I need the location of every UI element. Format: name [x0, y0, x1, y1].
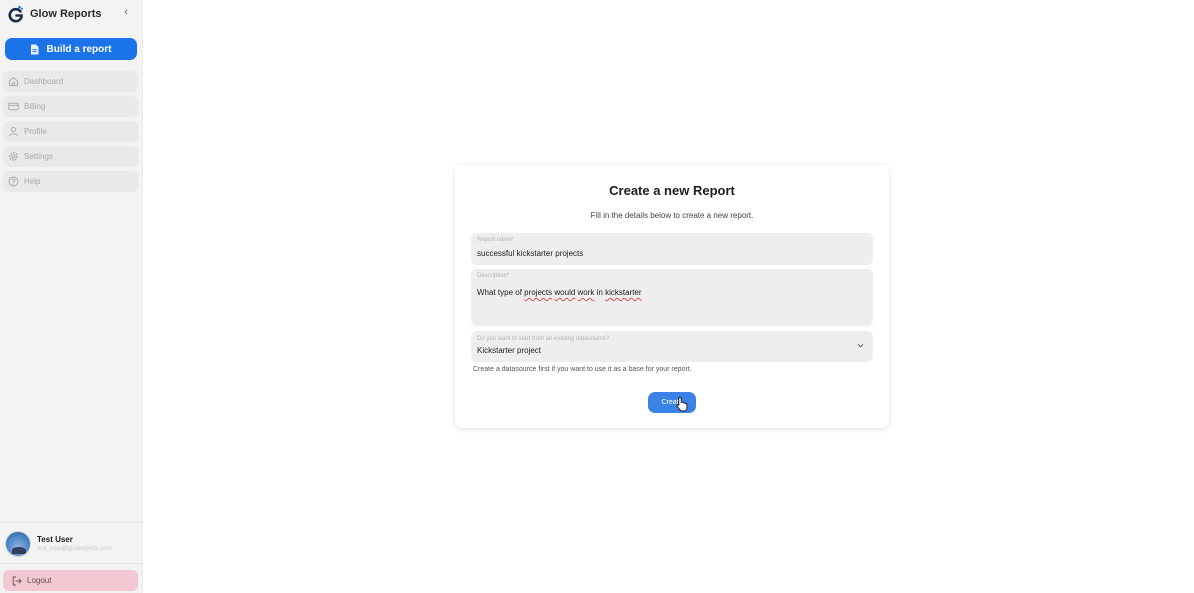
report-name-value: successful kickstarter projects: [477, 249, 584, 258]
dialog-subtitle: Fill in the details below to create a ne…: [590, 211, 754, 220]
spellcheck-word: kickstarter: [605, 288, 642, 297]
dialog-title: Create a new Report: [609, 183, 735, 198]
description-field[interactable]: Description* What type of projects would…: [471, 269, 873, 326]
build-report-label: Build a report: [46, 43, 112, 55]
sidebar: Glow Reports ‹ Build a report Dashboard …: [0, 0, 143, 593]
sidebar-item-label: Billing: [24, 102, 46, 111]
sidebar-item-help[interactable]: Help: [3, 171, 138, 192]
report-name-label: Report name*: [477, 237, 515, 243]
user-email: test_user@glowreports.com: [37, 546, 112, 552]
brand: Glow Reports ‹: [8, 4, 134, 24]
spellcheck-word: work: [577, 288, 595, 297]
create-report-dialog: Create a new Report Fill in the details …: [455, 165, 889, 428]
document-icon: [31, 44, 39, 54]
spellcheck-word: would: [554, 288, 576, 297]
description-text: in: [594, 288, 606, 297]
avatar: [5, 531, 31, 557]
datasource-label: Do you want to start from an existing da…: [477, 336, 610, 342]
sidebar-item-profile[interactable]: Profile: [3, 121, 138, 142]
sidebar-item-label: Profile: [24, 127, 47, 136]
credit-card-icon: [8, 102, 19, 111]
collapse-sidebar-icon[interactable]: ‹: [124, 6, 128, 18]
sidebar-nav: Dashboard Billing Profile Settings Help: [3, 71, 138, 196]
user-icon: [9, 126, 18, 137]
sidebar-item-label: Dashboard: [24, 77, 64, 86]
user-name: Test User: [37, 535, 73, 544]
logout-icon: [12, 576, 22, 585]
logout-button[interactable]: Logout: [3, 570, 138, 591]
datasource-value: Kickstarter project: [477, 346, 542, 355]
user-profile[interactable]: Test User test_user@glowreports.com: [0, 522, 142, 564]
glow-logo-icon: [8, 5, 23, 23]
create-button[interactable]: Create: [648, 392, 696, 413]
spellcheck-word: projects: [524, 288, 553, 297]
brand-name: Glow Reports: [30, 8, 102, 20]
sidebar-item-label: Help: [24, 177, 41, 186]
home-icon: [9, 76, 18, 86]
sidebar-item-dashboard[interactable]: Dashboard: [3, 71, 138, 92]
datasource-helper-text: Create a datasource first if you want to…: [473, 366, 692, 373]
sidebar-item-settings[interactable]: Settings: [3, 146, 138, 167]
sidebar-item-label: Settings: [24, 152, 53, 161]
help-circle-icon: [8, 176, 19, 187]
description-label: Description*: [477, 273, 510, 279]
description-text: What type of: [477, 288, 525, 297]
sidebar-item-billing[interactable]: Billing: [3, 96, 138, 117]
chevron-down-icon[interactable]: [856, 341, 865, 350]
hand-pointer-icon: [676, 396, 688, 412]
description-value: What type of projects would work in kick…: [477, 288, 642, 297]
datasource-select[interactable]: Do you want to start from an existing da…: [471, 331, 873, 362]
report-name-field[interactable]: Report name* successful kickstarter proj…: [471, 233, 873, 265]
build-report-button[interactable]: Build a report: [5, 38, 137, 60]
gear-icon: [9, 152, 18, 161]
logout-label: Logout: [27, 576, 52, 585]
